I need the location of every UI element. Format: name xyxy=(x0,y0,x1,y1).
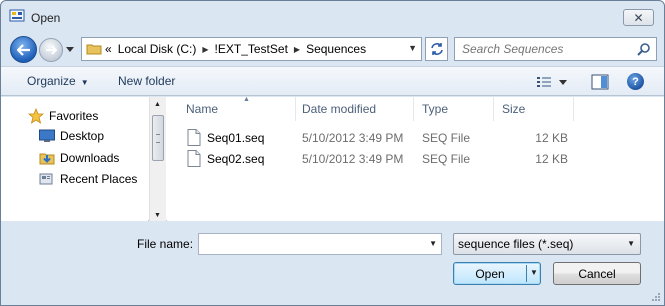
chevron-down-icon: ▼ xyxy=(80,78,89,87)
breadcrumb-overflow[interactable]: « xyxy=(102,38,115,60)
search-icon[interactable] xyxy=(637,42,651,56)
file-name: Seq01.seq xyxy=(207,131,265,145)
help-icon[interactable]: ? xyxy=(627,73,644,90)
breadcrumb-sequences[interactable]: Sequences xyxy=(303,38,369,60)
chevron-down-icon xyxy=(559,79,567,85)
open-button[interactable]: Open ▼ xyxy=(453,262,541,285)
breadcrumb-separator-icon[interactable]: ▶ xyxy=(199,45,211,54)
cancel-button[interactable]: Cancel xyxy=(553,262,641,285)
file-date-modified: 5/10/2012 3:49 PM xyxy=(302,131,404,145)
recent-places-icon xyxy=(39,173,53,185)
column-header-size[interactable]: Size xyxy=(494,97,574,121)
nav-downloads[interactable]: Downloads xyxy=(39,150,119,166)
new-folder-button[interactable]: New folder xyxy=(118,74,175,88)
open-dialog: Open ✕ « Local Disk (C:) ▶ !EXT_TestSet xyxy=(0,0,665,306)
window-title: Open xyxy=(31,11,61,25)
preview-pane-icon[interactable] xyxy=(591,74,609,90)
file-row[interactable]: Seq01.seq 5/10/2012 3:49 PM SEQ File 12 … xyxy=(181,128,581,148)
split-divider xyxy=(526,265,527,282)
title-bar: Open ✕ xyxy=(1,1,664,31)
command-toolbar: Organize ▼ New folder ? xyxy=(1,66,664,96)
file-type-filter[interactable]: sequence files (*.seq) ▼ xyxy=(453,233,641,255)
address-dropdown-icon[interactable]: ▼ xyxy=(408,43,417,53)
refresh-button[interactable] xyxy=(425,37,448,61)
file-type-filter-value: sequence files (*.seq) xyxy=(458,237,574,251)
file-name-input[interactable] xyxy=(199,234,419,254)
file-type: SEQ File xyxy=(422,131,471,145)
scrollbar-thumb[interactable] xyxy=(152,115,164,161)
forward-arrow-icon xyxy=(46,45,57,55)
nav-favorites[interactable]: Favorites xyxy=(28,108,98,124)
forward-button[interactable] xyxy=(39,38,63,62)
open-button-label: Open xyxy=(475,267,505,281)
file-type: SEQ File xyxy=(422,152,471,166)
file-name-dropdown-icon[interactable]: ▼ xyxy=(429,239,437,248)
file-row[interactable]: Seq02.seq 5/10/2012 3:49 PM SEQ File 12 … xyxy=(181,149,581,169)
change-view-button[interactable] xyxy=(537,74,571,90)
app-icon xyxy=(9,9,25,22)
column-header-type[interactable]: Type xyxy=(414,97,494,121)
nav-recent-places[interactable]: Recent Places xyxy=(39,171,137,187)
navigation-pane: Favorites Desktop Downloads Recent Place… xyxy=(1,97,148,221)
file-name-label: File name: xyxy=(137,237,194,251)
file-name-combobox: ▼ xyxy=(198,233,442,255)
close-button[interactable]: ✕ xyxy=(623,9,654,26)
column-header-date-modified[interactable]: Date modified xyxy=(294,97,414,121)
column-header-name-label: Name xyxy=(186,102,219,116)
chevron-down-icon: ▼ xyxy=(627,239,635,248)
scroll-up-icon[interactable]: ▲ xyxy=(154,101,161,108)
file-size: 12 KB xyxy=(535,152,568,166)
nav-desktop[interactable]: Desktop xyxy=(39,129,104,143)
resize-grip-icon[interactable] xyxy=(651,292,661,302)
navigation-scrollbar[interactable]: ▲ ▼ xyxy=(149,97,166,221)
file-name: Seq02.seq xyxy=(207,152,265,166)
column-header-name[interactable]: ▲ Name xyxy=(178,96,296,121)
scroll-down-icon[interactable]: ▼ xyxy=(154,212,161,219)
open-options-dropdown-icon[interactable]: ▼ xyxy=(530,268,538,277)
address-bar[interactable]: « Local Disk (C:) ▶ !EXT_TestSet ▶ Seque… xyxy=(81,37,422,61)
back-button[interactable] xyxy=(10,36,37,63)
refresh-icon xyxy=(430,43,443,55)
nav-recent-places-label: Recent Places xyxy=(60,172,138,186)
file-size: 12 KB xyxy=(535,131,568,145)
close-icon: ✕ xyxy=(633,10,644,25)
file-icon xyxy=(187,150,201,167)
nav-favorites-label: Favorites xyxy=(49,109,99,123)
breadcrumb-local-disk[interactable]: Local Disk (C:) xyxy=(115,38,200,60)
organize-button[interactable]: Organize ▼ xyxy=(27,74,89,88)
navigation-row: « Local Disk (C:) ▶ !EXT_TestSet ▶ Seque… xyxy=(1,31,664,63)
back-arrow-icon xyxy=(16,43,30,56)
desktop-icon xyxy=(39,129,55,142)
details-view-icon xyxy=(537,77,551,87)
breadcrumb-separator-icon[interactable]: ▶ xyxy=(291,45,303,54)
file-date-modified: 5/10/2012 3:49 PM xyxy=(302,152,404,166)
organize-label: Organize xyxy=(27,74,76,88)
nav-downloads-label: Downloads xyxy=(60,151,120,165)
search-input[interactable] xyxy=(455,38,630,60)
content-area: Favorites Desktop Downloads Recent Place… xyxy=(1,96,664,221)
recent-pages-dropdown[interactable] xyxy=(65,43,75,55)
downloads-folder-icon xyxy=(39,153,55,165)
star-icon xyxy=(28,108,44,124)
chevron-down-icon xyxy=(66,46,74,52)
sort-ascending-icon: ▲ xyxy=(243,96,250,103)
folder-icon xyxy=(86,44,102,55)
nav-desktop-label: Desktop xyxy=(60,129,105,143)
file-list: ▲ Name Date modified Type Size Seq01.seq… xyxy=(167,96,664,221)
breadcrumb-ext-testset[interactable]: !EXT_TestSet xyxy=(212,38,291,60)
file-icon xyxy=(187,129,201,146)
search-box xyxy=(454,37,657,61)
